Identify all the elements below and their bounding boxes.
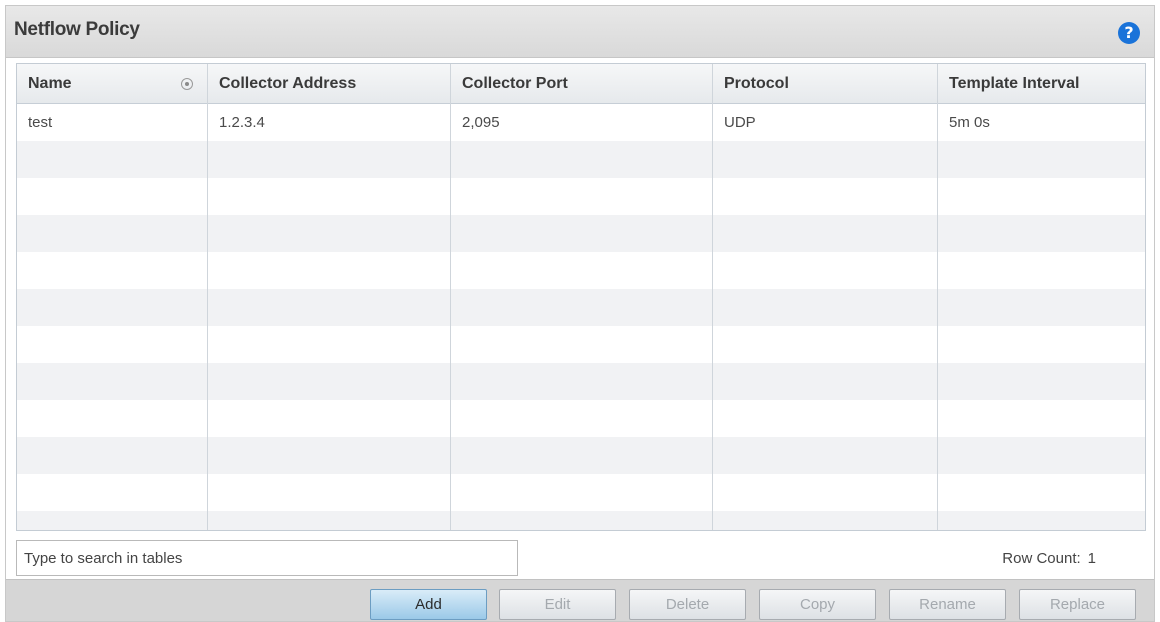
empty-row: [17, 474, 1145, 511]
column-header-collector-port[interactable]: Collector Port: [451, 64, 713, 104]
add-button[interactable]: Add: [370, 589, 487, 620]
column-header-label: Name: [28, 75, 72, 92]
table-search-input[interactable]: [16, 540, 518, 576]
panel-title: Netflow Policy: [14, 19, 140, 40]
empty-row: [17, 141, 1145, 178]
table-header: Name Collector Address Collector Port Pr…: [17, 64, 1145, 104]
cell-collector-address: 1.2.3.4: [208, 104, 451, 141]
replace-button[interactable]: Replace: [1019, 589, 1136, 620]
netflow-policy-panel: Netflow Policy ? Name Collector Address …: [5, 5, 1155, 622]
cell-collector-port: 2,095: [451, 104, 713, 141]
cell-protocol: UDP: [713, 104, 938, 141]
cell-name: test: [17, 104, 208, 141]
empty-row: [17, 215, 1145, 252]
sort-icon[interactable]: [181, 78, 193, 90]
empty-row: [17, 289, 1145, 326]
rename-button[interactable]: Rename: [889, 589, 1006, 620]
column-header-name[interactable]: Name: [17, 64, 208, 104]
table-body: test 1.2.3.4 2,095 UDP 5m 0s: [17, 104, 1145, 530]
help-icon[interactable]: ?: [1118, 22, 1140, 44]
column-header-collector-address[interactable]: Collector Address: [208, 64, 451, 104]
empty-row: [17, 252, 1145, 289]
empty-row: [17, 363, 1145, 400]
empty-row: [17, 400, 1145, 437]
edit-button[interactable]: Edit: [499, 589, 616, 620]
panel-header: Netflow Policy ?: [6, 6, 1154, 58]
table-row[interactable]: test 1.2.3.4 2,095 UDP 5m 0s: [17, 104, 1145, 141]
empty-row: [17, 326, 1145, 363]
column-header-protocol[interactable]: Protocol: [713, 64, 938, 104]
netflow-table: Name Collector Address Collector Port Pr…: [16, 63, 1146, 531]
row-count-label: Row Count:: [1002, 550, 1081, 567]
empty-row: [17, 178, 1145, 215]
column-header-template-interval[interactable]: Template Interval: [938, 64, 1145, 104]
copy-button[interactable]: Copy: [759, 589, 876, 620]
cell-template-interval: 5m 0s: [949, 114, 990, 131]
delete-button[interactable]: Delete: [629, 589, 746, 620]
row-count-value: 1: [1087, 550, 1096, 567]
empty-row: [17, 437, 1145, 474]
row-count: Row Count: 1: [1002, 550, 1096, 567]
empty-row: [17, 511, 1145, 530]
action-toolbar: Add Edit Delete Copy Rename Replace: [6, 579, 1154, 621]
